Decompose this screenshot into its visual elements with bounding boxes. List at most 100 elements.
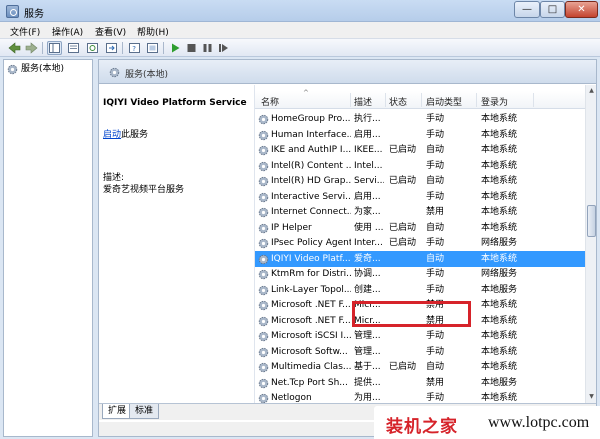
scroll-up-icon[interactable]: ▲ xyxy=(586,85,596,97)
table-row[interactable]: Microsoft iSCSI I... 管理... 手动 本地系统 xyxy=(255,328,585,344)
view-icon[interactable] xyxy=(145,41,160,55)
table-row[interactable]: Net.Tcp Port Sh... 提供... 禁用 本地服务 xyxy=(255,375,585,391)
service-logon-as: 本地系统 xyxy=(481,222,518,233)
services-panel: 服务(本地) IQIYI Video Platform Service 启动此服… xyxy=(98,59,597,437)
gear-icon xyxy=(258,130,269,140)
start-link-suffix: 此服务 xyxy=(121,130,149,140)
menu-help[interactable]: 帮助(H) xyxy=(137,25,169,38)
console-tree-icon[interactable] xyxy=(47,41,62,55)
table-row[interactable]: Human Interface... 启用... 手动 本地系统 xyxy=(255,127,585,143)
column-divider[interactable] xyxy=(476,93,477,107)
gear-icon xyxy=(258,238,269,249)
service-startup-type: 自动 xyxy=(426,362,445,372)
column-description[interactable]: 描述 xyxy=(354,95,372,108)
column-logon-as[interactable]: 登录为 xyxy=(481,95,508,108)
pause-icon[interactable] xyxy=(200,41,215,55)
service-startup-type: 禁用 xyxy=(426,377,445,388)
service-status: 已启动 xyxy=(389,176,417,186)
service-description: 管理... xyxy=(354,346,381,357)
back-icon[interactable] xyxy=(7,41,22,55)
stop-icon[interactable] xyxy=(184,41,199,55)
scrollbar-thumb[interactable] xyxy=(587,205,596,237)
service-startup-type: 自动 xyxy=(426,253,445,264)
table-row[interactable]: Intel(R) Content ... Intel... 手动 本地系统 xyxy=(255,158,585,174)
service-startup-type: 手动 xyxy=(426,331,445,341)
gear-icon xyxy=(258,269,269,280)
service-name: Interactive Servi... xyxy=(271,191,351,202)
service-logon-as: 本地系统 xyxy=(481,145,518,155)
forward-icon[interactable] xyxy=(24,41,39,55)
restart-icon[interactable] xyxy=(216,41,231,55)
scroll-down-icon[interactable]: ▼ xyxy=(586,391,596,403)
menu-view[interactable]: 查看(V) xyxy=(95,25,126,38)
table-row[interactable]: IP Helper 使用 ... 已启动 自动 本地系统 xyxy=(255,220,585,236)
table-row[interactable]: KtmRm for Distri... 协调... 手动 网络服务 xyxy=(255,266,585,282)
service-logon-as: 本地系统 xyxy=(481,362,518,372)
service-startup-type: 自动 xyxy=(426,145,445,155)
table-row[interactable]: IKE and AuthIP I... IKEE... 已启动 自动 本地系统 xyxy=(255,142,585,158)
start-link[interactable]: 启动 xyxy=(103,130,121,140)
start-icon[interactable] xyxy=(168,41,183,55)
service-name: Microsoft Softw... xyxy=(271,346,348,357)
service-logon-as: 本地系统 xyxy=(481,315,518,326)
service-logon-as: 网络服务 xyxy=(481,269,518,279)
table-row[interactable]: Link-Layer Topol... 创建... 手动 本地服务 xyxy=(255,282,585,298)
title-bar: 服务 — □ ✕ xyxy=(0,0,600,22)
properties-icon[interactable] xyxy=(66,41,81,55)
service-description: 创建... xyxy=(354,284,381,295)
refresh-icon[interactable] xyxy=(85,41,100,55)
service-description: 为家... xyxy=(354,207,381,217)
close-button[interactable]: ✕ xyxy=(565,1,598,18)
service-logon-as: 本地系统 xyxy=(481,300,518,310)
column-divider[interactable] xyxy=(421,93,422,107)
help-icon[interactable]: ? xyxy=(127,41,142,55)
gear-icon xyxy=(258,300,269,311)
table-row[interactable]: Netlogon 为用... 手动 本地系统 xyxy=(255,390,585,403)
column-divider[interactable] xyxy=(385,93,386,107)
gear-icon xyxy=(258,331,269,342)
minimize-button[interactable]: — xyxy=(514,1,540,18)
table-row[interactable]: Multimedia Clas... 基于... 已启动 自动 本地系统 xyxy=(255,359,585,375)
column-divider[interactable] xyxy=(350,93,351,107)
service-status: 已启动 xyxy=(389,238,417,248)
start-service-action: 启动此服务 xyxy=(103,127,148,140)
column-startup-type[interactable]: 启动类型 xyxy=(426,95,462,108)
service-description: 管理... xyxy=(354,331,381,341)
table-row[interactable]: HomeGroup Pro... 执行... 手动 本地系统 xyxy=(255,111,585,127)
table-row[interactable]: Interactive Servi... 启用... 手动 本地系统 xyxy=(255,189,585,205)
vertical-scrollbar[interactable]: ▲ ▼ xyxy=(585,85,596,403)
table-row[interactable]: Intel(R) HD Grap... Servi... 已启动 自动 本地系统 xyxy=(255,173,585,189)
watermark-url: www.lotpc.com xyxy=(488,414,590,431)
table-row-selected[interactable]: IQIYI Video Platf... 爱奇... 自动 本地系统 xyxy=(255,250,585,267)
service-startup-type: 手动 xyxy=(426,238,445,248)
table-row[interactable]: IPsec Policy Agent Inter... 已启动 手动 网络服务 xyxy=(255,235,585,251)
toolbar: ? xyxy=(0,39,600,57)
service-description: 提供... xyxy=(354,377,381,388)
tree-item-services-local[interactable]: 服务(本地) xyxy=(7,63,64,76)
column-status[interactable]: 状态 xyxy=(389,95,407,108)
maximize-button[interactable]: □ xyxy=(540,1,565,18)
tab-standard[interactable]: 标准 xyxy=(129,404,160,419)
service-description: 协调... xyxy=(354,269,381,279)
gear-icon xyxy=(109,67,120,78)
table-row[interactable]: Microsoft Softw... 管理... 手动 本地系统 xyxy=(255,344,585,360)
service-name: Intel(R) Content ... xyxy=(271,160,351,171)
column-divider[interactable] xyxy=(533,93,534,107)
menu-file[interactable]: 文件(F) xyxy=(10,25,40,38)
service-logon-as: 本地系统 xyxy=(481,331,518,341)
service-logon-as: 本地系统 xyxy=(481,176,518,186)
export-icon[interactable] xyxy=(104,41,119,55)
service-logon-as: 本地系统 xyxy=(481,114,518,124)
service-name: IKE and AuthIP I... xyxy=(271,145,351,155)
service-name: Microsoft .NET F... xyxy=(271,315,351,326)
service-startup-type: 手动 xyxy=(426,191,445,202)
service-description: IKEE... xyxy=(354,145,383,155)
service-description: Inter... xyxy=(354,238,383,248)
service-name: Net.Tcp Port Sh... xyxy=(271,377,348,388)
menu-action[interactable]: 操作(A) xyxy=(52,25,83,38)
tab-extended[interactable]: 扩展 xyxy=(102,404,133,419)
gear-icon xyxy=(258,378,269,388)
column-name[interactable]: 名称 xyxy=(261,95,279,108)
service-status: 已启动 xyxy=(389,222,417,233)
table-row[interactable]: Internet Connect... 为家... 禁用 本地系统 xyxy=(255,204,585,220)
